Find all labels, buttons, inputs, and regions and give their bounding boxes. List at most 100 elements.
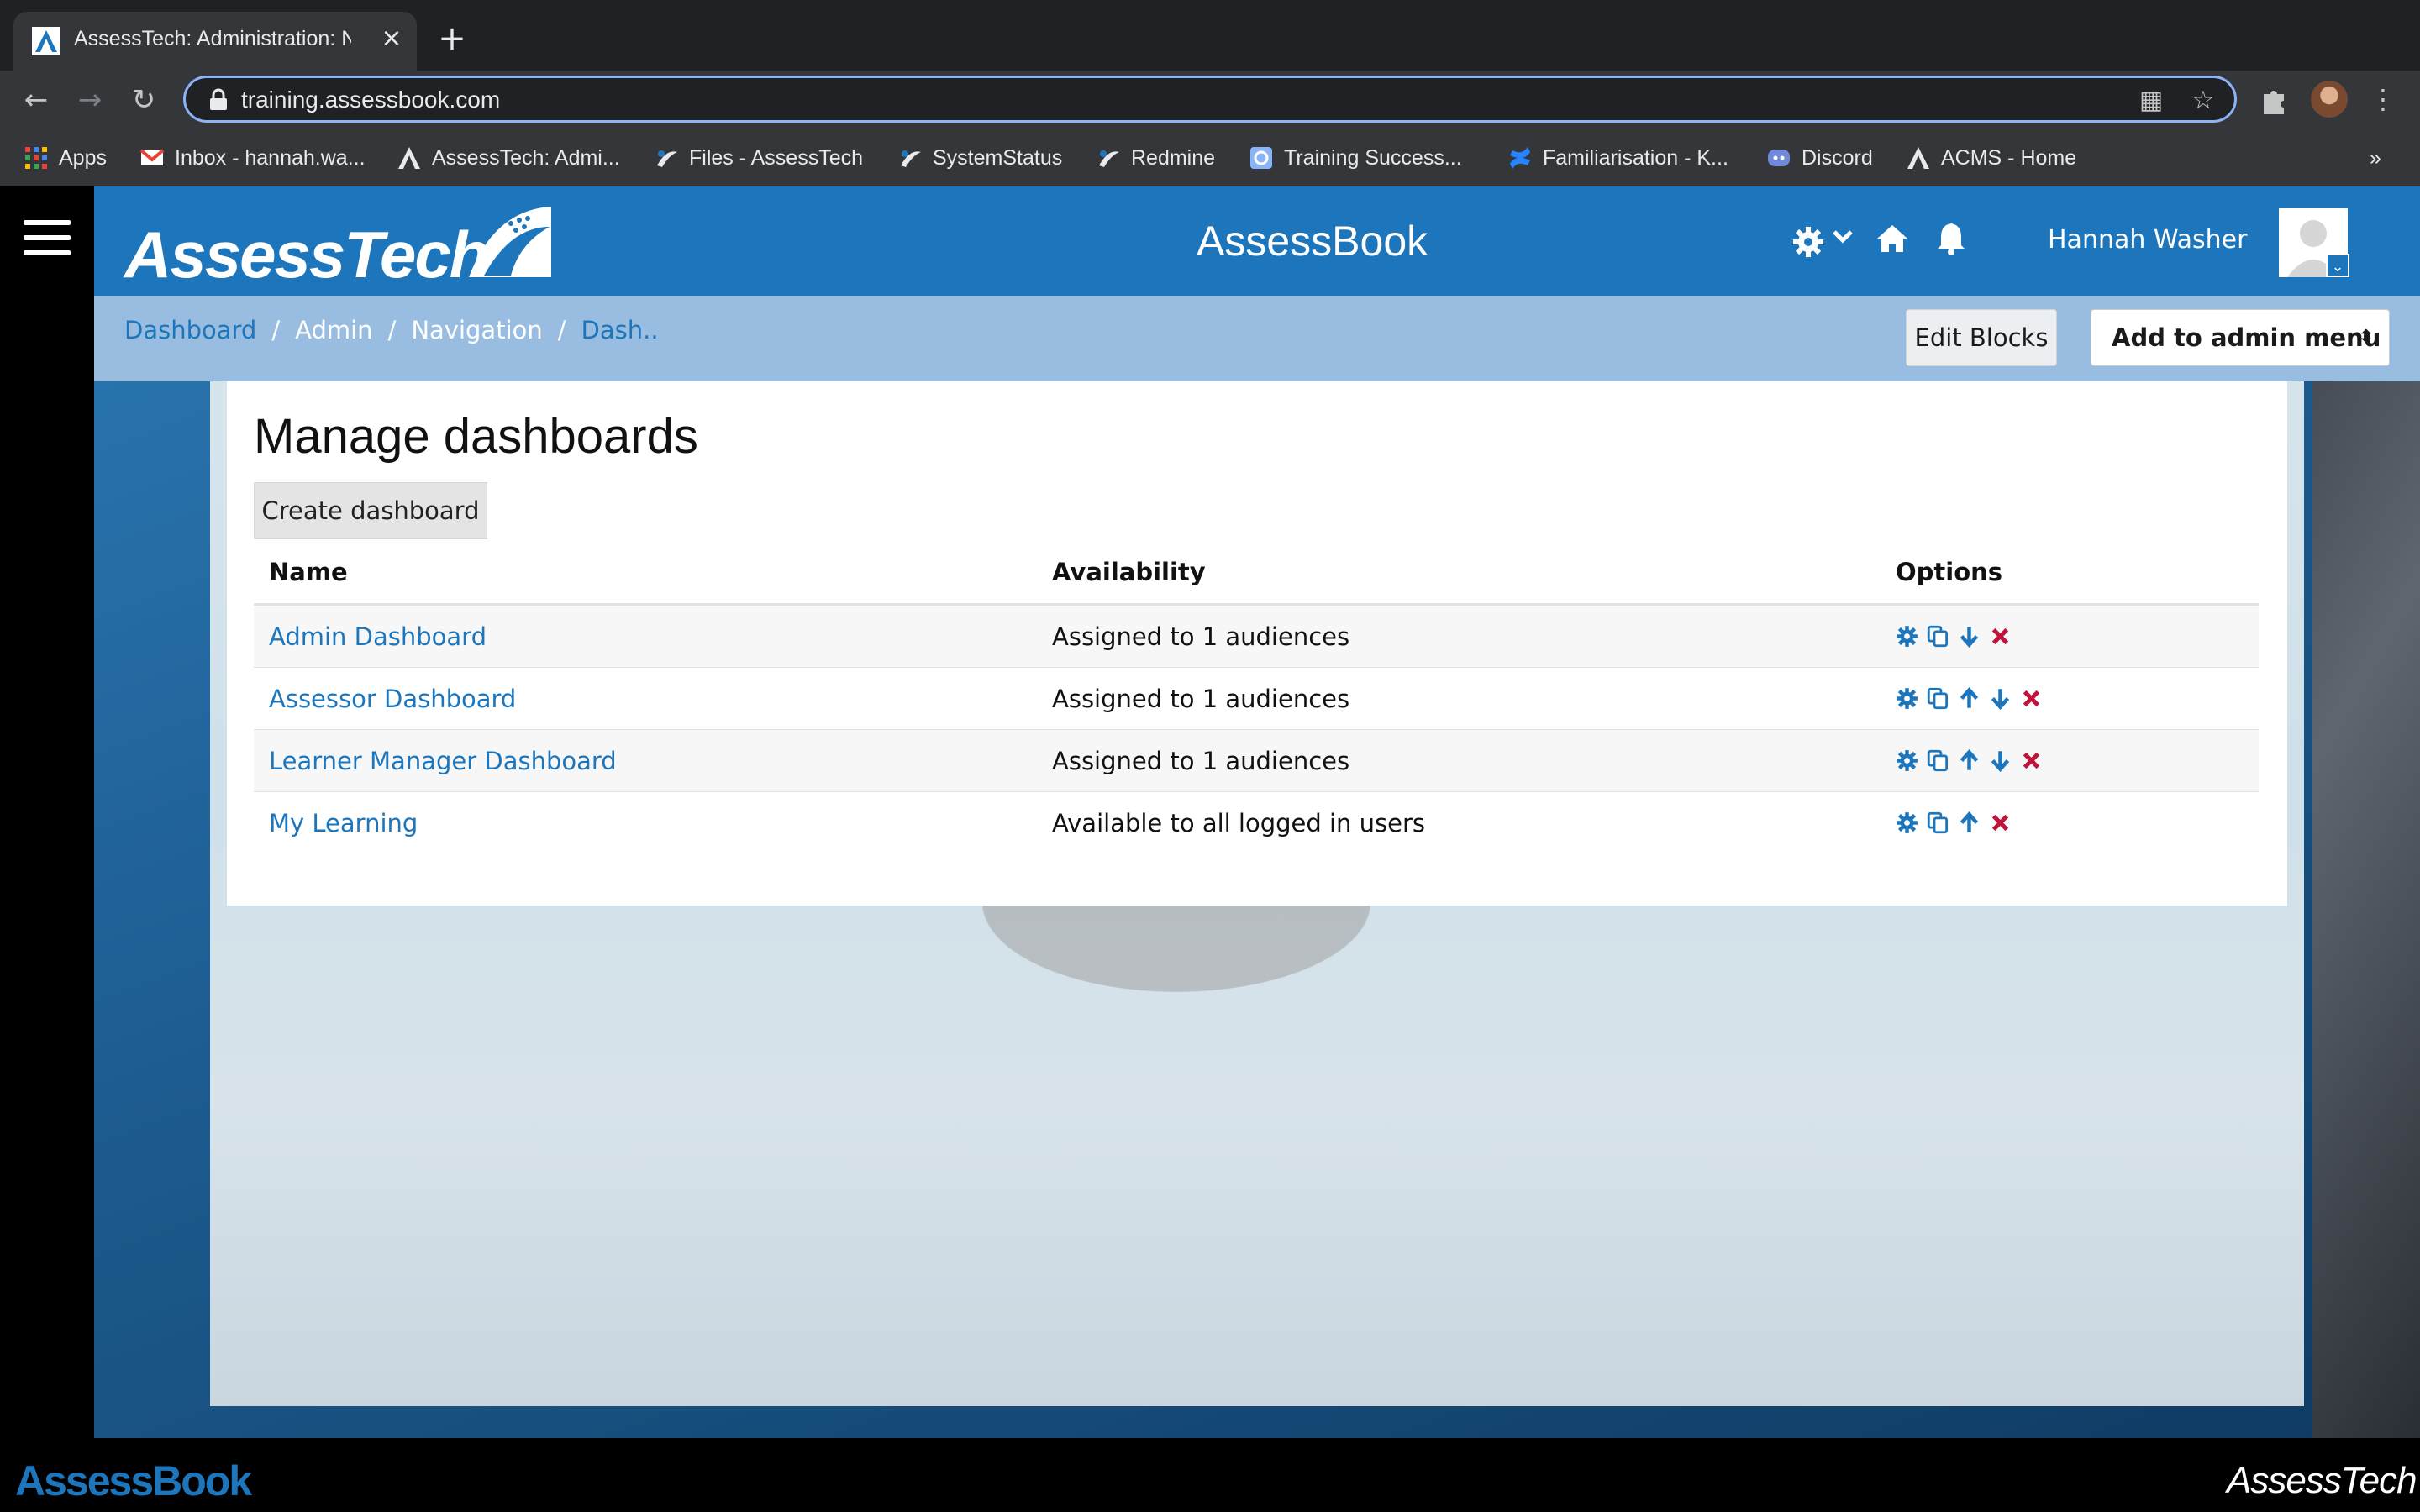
move-up-arrow-icon[interactable] [1958,687,1981,710]
copy-icon[interactable] [1927,811,1949,834]
bookmark-label: ACMS - Home [1941,145,2077,170]
footer-assessbook-logo[interactable]: AssessBook [15,1457,252,1505]
bookmark-label: Inbox - hannah.wa... [175,145,366,170]
gear-icon[interactable] [1791,225,1825,259]
chevron-down-icon[interactable] [1832,228,1854,245]
dashboard-link[interactable]: Assessor Dashboard [269,685,516,713]
breadcrumb-admin[interactable]: Admin [295,316,372,344]
user-name[interactable]: Hannah Washer [2048,225,2247,255]
bookmark-label: Training Success... [1284,145,1462,170]
bookmark-label: Redmine [1131,145,1216,170]
logo-text: AssessTech [124,218,489,291]
training-icon [1250,147,1272,169]
site-header: AssessTech AssessBook Hannah Washer ⌄ [94,186,2420,296]
lock-icon [210,88,227,110]
column-header-name[interactable]: Name [254,541,1037,606]
bookmark-label: Familiarisation - K... [1543,145,1728,170]
home-icon[interactable] [1876,223,1909,254]
assesstech-swoosh-icon [657,150,677,167]
settings-gear-icon[interactable] [1896,687,1918,710]
add-to-admin-menu-select[interactable]: Add to admin menu ⬍ [2091,309,2390,366]
assesstech-swoosh-icon [1099,150,1119,167]
notification-bell-icon[interactable] [1936,222,1966,255]
browser-menu-icon[interactable]: ⋮ [2366,82,2400,116]
forward-button[interactable]: → [72,82,108,118]
address-bar[interactable]: training.assessbook.com ▦ ☆ [183,76,2237,123]
bookmark-star-icon[interactable]: ☆ [2189,87,2217,115]
edit-blocks-button[interactable]: Edit Blocks [1906,309,2057,366]
delete-x-icon[interactable] [1989,811,2012,834]
availability-cell: Assigned to 1 audiences [1037,604,1881,668]
breadcrumb-current[interactable]: Dash.. [581,316,659,344]
back-button[interactable]: ← [18,82,54,118]
breadcrumb-bar: Dashboard / Admin / Navigation / Dash.. … [94,296,2420,381]
copy-icon[interactable] [1927,625,1949,648]
bookmark-assesstech-admin[interactable]: AssessTech: Admi... [397,143,620,173]
assesstech-logo[interactable]: AssessTech [124,202,578,291]
table-row: Assessor Dashboard Assigned to 1 audienc… [254,667,2259,730]
settings-gear-icon[interactable] [1896,811,1918,834]
bookmark-files[interactable]: Files - AssessTech [654,143,863,173]
hamburger-menu-icon[interactable] [24,220,71,259]
site-footer: AssessBook AssessTech [0,1438,2420,1512]
browser-tab-active[interactable]: AssessTech: Administration: Na × [13,12,417,71]
bookmark-systemstatus[interactable]: SystemStatus [897,143,1062,173]
breadcrumb-dashboard[interactable]: Dashboard [124,316,256,344]
url-text: training.assessbook.com [241,87,501,113]
browser-tabstrip: AssessTech: Administration: Na × + [0,0,2420,71]
move-up-arrow-icon[interactable] [1958,749,1981,772]
bookmark-discord[interactable]: Discord [1766,143,1873,173]
copy-icon[interactable] [1927,687,1949,710]
bookmark-inbox[interactable]: Inbox - hannah.wa... [139,143,366,173]
user-menu-chevron-icon[interactable]: ⌄ [2326,254,2349,277]
dashboards-table: Name Availability Options Admin Dashboar… [254,541,2259,853]
row-options [1896,749,2244,772]
move-up-arrow-icon[interactable] [1958,811,1981,834]
settings-gear-icon[interactable] [1896,625,1918,648]
logo-swoosh-icon [469,207,551,277]
delete-x-icon[interactable] [2020,687,2043,710]
bookmark-label: SystemStatus [933,145,1063,170]
breadcrumb: Dashboard / Admin / Navigation / Dash.. [124,316,659,344]
row-options [1896,687,2244,710]
column-header-availability[interactable]: Availability [1037,541,1881,606]
dashboard-link[interactable]: Admin Dashboard [269,622,487,651]
move-down-arrow-icon[interactable] [1958,625,1981,648]
bookmark-label: Discord [1802,145,1873,170]
apps-grid-icon [25,147,47,169]
manage-dashboards-panel: Manage dashboards Create dashboard Name … [227,381,2287,906]
breadcrumb-navigation[interactable]: Navigation [411,316,542,344]
delete-x-icon[interactable] [1989,625,2012,648]
bookmarks-overflow-button[interactable]: » [2370,143,2381,173]
install-app-icon[interactable]: ▦ [2137,87,2165,115]
extensions-puzzle-icon[interactable] [2257,82,2291,116]
assesstech-favicon-icon [32,27,60,55]
delete-x-icon[interactable] [2020,749,2043,772]
assesstech-swoosh-icon [901,150,921,167]
bookmark-redmine[interactable]: Redmine [1096,143,1215,173]
profile-avatar[interactable] [2311,81,2348,118]
left-drawer-bar [0,186,94,1438]
bookmark-training-success[interactable]: Training Success... [1249,143,1462,173]
tab-close-icon[interactable]: × [378,25,405,52]
copy-icon[interactable] [1927,749,1949,772]
bookmark-apps[interactable]: Apps [24,143,107,173]
dashboard-link[interactable]: Learner Manager Dashboard [269,747,617,775]
breadcrumb-separator: / [271,316,281,344]
new-tab-button[interactable]: + [437,22,467,55]
create-dashboard-button[interactable]: Create dashboard [254,482,487,539]
dashboard-link[interactable]: My Learning [269,809,418,837]
bookmark-acms-home[interactable]: ACMS - Home [1906,143,2076,173]
move-down-arrow-icon[interactable] [1989,749,2012,772]
tab-title: AssessTech: Administration: Na [74,27,351,50]
browser-toolbar: ← → ↻ training.assessbook.com ▦ ☆ ⋮ [0,71,2420,129]
bookmark-label: Files - AssessTech [689,145,864,170]
reload-button[interactable]: ↻ [126,82,161,118]
table-row: Admin Dashboard Assigned to 1 audiences [254,604,2259,668]
bookmark-label: Apps [59,145,107,170]
move-down-arrow-icon[interactable] [1989,687,2012,710]
bookmark-familiarisation[interactable]: Familiarisation - K... [1507,143,1728,173]
settings-gear-icon[interactable] [1896,749,1918,772]
footer-powered-by-logo[interactable]: AssessTech [2227,1460,2417,1502]
app-title: AssessBook [1197,218,1428,265]
